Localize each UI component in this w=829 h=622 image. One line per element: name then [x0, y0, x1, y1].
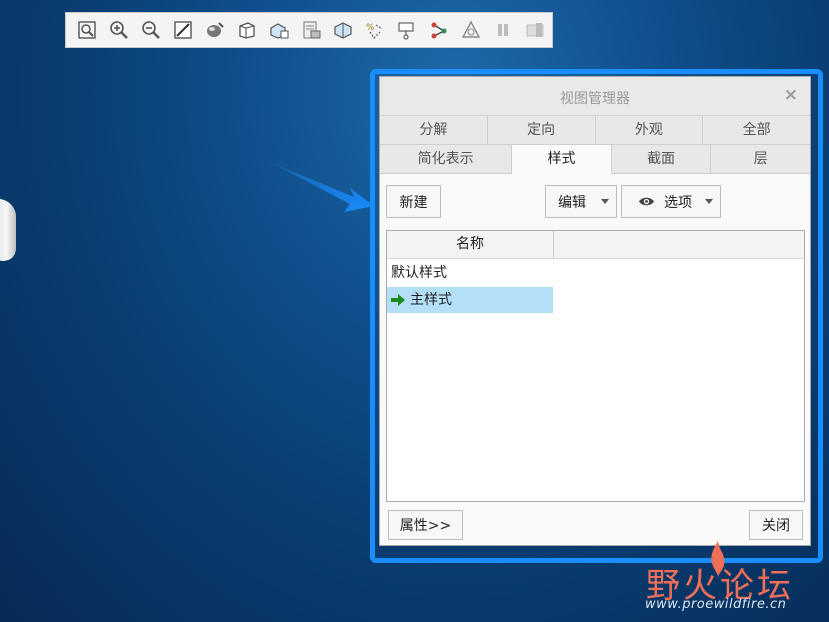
- options-dropdown[interactable]: 选项: [621, 185, 721, 218]
- close-button-label: 关闭: [762, 518, 790, 534]
- column-header-name[interactable]: 名称: [387, 231, 554, 258]
- model-geometry: [0, 196, 16, 266]
- close-icon[interactable]: ×: [784, 85, 798, 105]
- view-icon[interactable]: [520, 15, 550, 45]
- zoom-out-icon[interactable]: [136, 15, 166, 45]
- properties-button[interactable]: 属性>>: [388, 510, 463, 540]
- edit-dropdown[interactable]: 编辑: [545, 185, 617, 218]
- datum-display-icon[interactable]: %: [360, 15, 390, 45]
- repaint-icon[interactable]: [168, 15, 198, 45]
- section-icon[interactable]: [328, 15, 358, 45]
- tab-layers[interactable]: 层: [711, 145, 810, 173]
- list-item-label: 主样式: [410, 292, 452, 308]
- list-item[interactable]: 默认样式: [387, 260, 447, 286]
- style-list[interactable]: 名称 默认样式 主样式: [386, 230, 805, 502]
- annotation-display-icon[interactable]: [392, 15, 422, 45]
- tab-row-2: 简化表示 样式 截面 层: [380, 145, 810, 174]
- tab-orient[interactable]: 定向: [487, 116, 596, 144]
- dialog-title: 视图管理器: [560, 91, 630, 107]
- view-manager-dialog: 视图管理器 × 分解 定向 外观 全部 简化表示 样式 截面 层 新建 编辑 选…: [379, 76, 811, 546]
- dialog-titlebar: 视图管理器 ×: [380, 77, 810, 116]
- column-header-empty: [554, 231, 804, 258]
- shading-icon[interactable]: [200, 15, 230, 45]
- tab-explode[interactable]: 分解: [380, 116, 488, 144]
- list-header: 名称: [387, 231, 804, 259]
- close-button[interactable]: 关闭: [749, 510, 803, 540]
- chevron-down-icon: [705, 199, 713, 204]
- edit-dropdown-label: 编辑: [558, 194, 586, 211]
- tab-all[interactable]: 全部: [703, 116, 810, 144]
- tab-row-1: 分解 定向 外观 全部: [380, 116, 810, 145]
- properties-button-label: 属性>>: [399, 518, 452, 534]
- display-style-icon[interactable]: [232, 15, 262, 45]
- new-button[interactable]: 新建: [386, 185, 441, 218]
- view-manager-icon[interactable]: [296, 15, 326, 45]
- watermark-url: www.proewildfire.cn: [645, 597, 787, 612]
- list-item-selected[interactable]: 主样式: [387, 287, 553, 313]
- tab-appearance[interactable]: 外观: [595, 116, 704, 144]
- watermark: 野火论坛 www.proewildfire.cn: [640, 540, 820, 618]
- tab-simplified-rep[interactable]: 简化表示: [380, 145, 513, 173]
- new-button-label: 新建: [399, 194, 428, 211]
- saved-orientations-icon[interactable]: [264, 15, 294, 45]
- tab-section[interactable]: 截面: [611, 145, 712, 173]
- zoom-fit-icon[interactable]: [72, 15, 102, 45]
- style-tab-content: 新建 编辑 选项 名称 默认样式 主样式 属性>> 关闭: [380, 174, 810, 545]
- graphics-toolbar: %: [65, 12, 553, 48]
- chevron-down-icon: [601, 199, 609, 204]
- arrow-right-icon: [391, 294, 405, 306]
- zoom-in-icon[interactable]: [104, 15, 134, 45]
- pointer-arrow: [270, 162, 374, 212]
- options-dropdown-label: 选项: [664, 194, 692, 211]
- perspective-icon[interactable]: [456, 15, 486, 45]
- tab-style[interactable]: 样式: [512, 145, 612, 174]
- eye-icon: [639, 197, 654, 206]
- spin-center-icon[interactable]: [424, 15, 454, 45]
- pause-icon[interactable]: [488, 15, 518, 45]
- svg-text:%: %: [366, 23, 375, 33]
